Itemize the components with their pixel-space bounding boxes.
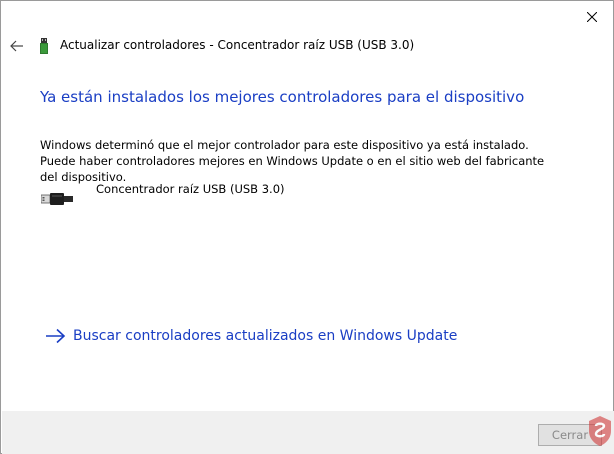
update-drivers-dialog: Actualizar controladores - Concentrador … bbox=[0, 0, 614, 454]
close-button[interactable] bbox=[569, 2, 614, 32]
dialog-header: Actualizar controladores - Concentrador … bbox=[1, 33, 613, 59]
description-text: Windows determinó que el mejor controlad… bbox=[40, 138, 545, 184]
dialog-title: Actualizar controladores - Concentrador … bbox=[60, 38, 415, 52]
back-arrow-icon bbox=[10, 40, 23, 52]
arrow-right-icon bbox=[46, 328, 66, 344]
usb-device-icon bbox=[40, 38, 48, 54]
close-icon bbox=[586, 12, 597, 22]
windows-update-link-label: Buscar controladores actualizados en Win… bbox=[73, 328, 458, 344]
dialog-footer: Cerrar bbox=[2, 411, 614, 454]
site-logo-icon bbox=[589, 416, 611, 446]
back-button[interactable] bbox=[8, 37, 26, 55]
usb-device-icon bbox=[41, 193, 73, 205]
page-heading: Ya están instalados los mejores controla… bbox=[40, 88, 525, 106]
device-name: Concentrador raíz USB (USB 3.0) bbox=[96, 182, 285, 196]
windows-update-link[interactable]: Buscar controladores actualizados en Win… bbox=[44, 325, 457, 347]
